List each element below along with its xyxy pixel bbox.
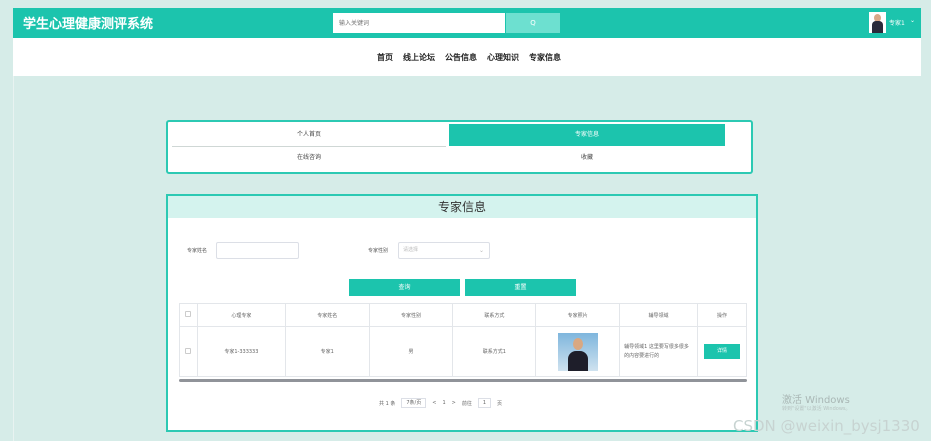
nav-item-home[interactable]: 首页: [377, 52, 393, 63]
search-icon: Q: [530, 19, 536, 27]
photo-head: [572, 337, 583, 350]
avatar-body: [872, 21, 883, 33]
chevron-down-icon[interactable]: ⌄: [910, 17, 915, 24]
table-row: 专家1-333333 专家1 男 联系方式1 辅导领域1 这里要写很多很多的内容…: [179, 326, 748, 377]
query-button[interactable]: 查询: [349, 279, 460, 296]
column-header: 心理专家: [196, 303, 286, 327]
tab-personal[interactable]: 个人首页: [172, 124, 446, 146]
nav-item-experts[interactable]: 专家信息: [529, 52, 561, 63]
expert-panel: 专家信息 专家姓名 专家性别 请选择 ⌄ 查询 重置 心理专家 专家姓名 专家性…: [166, 194, 758, 432]
horizontal-scrollbar[interactable]: [179, 379, 747, 382]
tab-consult[interactable]: 在线咨询: [172, 147, 446, 169]
page-size-select[interactable]: 7条/页: [401, 398, 427, 408]
column-header: 辅导领域: [619, 303, 698, 327]
field-text: 辅导领域1 这里要写很多很多的内容要进行的: [624, 343, 689, 359]
avatar[interactable]: [869, 12, 886, 33]
nav-item-forum[interactable]: 线上论坛: [403, 52, 435, 63]
gender-filter-label: 专家性别: [368, 248, 389, 254]
cell-action: 详情: [696, 326, 748, 377]
search-input[interactable]: [333, 13, 505, 33]
tabs-panel: 个人首页 专家信息 在线咨询 收藏: [166, 120, 753, 174]
column-header: 操作: [696, 303, 748, 327]
panel-title: 专家信息: [168, 196, 756, 218]
row-checkbox[interactable]: [185, 347, 192, 354]
activate-windows-subtext: 转到"设置"以激活 Windows。: [782, 406, 851, 412]
page-number[interactable]: 1: [442, 400, 445, 406]
chevron-down-icon: ⌄: [478, 247, 484, 254]
nav-bar: 首页 线上论坛 公告信息 心理知识 专家信息: [13, 38, 921, 76]
activate-windows-text: 激活 Windows: [782, 395, 850, 406]
page-edge: [13, 76, 14, 441]
prev-page-icon[interactable]: <: [432, 400, 436, 406]
name-filter-label: 专家姓名: [187, 248, 208, 254]
row-select-cell[interactable]: [179, 326, 198, 377]
pagination-total: 共 1 条: [379, 400, 396, 407]
cell-gender: 男: [368, 326, 454, 377]
nav-item-knowledge[interactable]: 心理知识: [487, 52, 519, 63]
column-header: 专家姓名: [284, 303, 370, 327]
column-header: 联系方式: [452, 303, 537, 327]
nav-menu: 首页 线上论坛 公告信息 心理知识 专家信息: [377, 52, 561, 63]
cell-photo: [535, 326, 621, 377]
goto-label: 前往: [461, 400, 472, 407]
tab-favorites[interactable]: 收藏: [449, 147, 725, 169]
pagination: 共 1 条 7条/页 < 1 > 前往 1 页: [379, 398, 502, 408]
next-page-icon[interactable]: >: [452, 400, 456, 406]
cell-contact: 联系方式1: [452, 326, 537, 377]
top-bar: 学生心理健康测评系统 Q 专家1 ⌄: [13, 8, 921, 38]
nav-item-notice[interactable]: 公告信息: [445, 52, 477, 63]
column-header: 专家性别: [368, 303, 454, 327]
cell-field: 辅导领域1 这里要写很多很多的内容要进行的: [619, 326, 698, 377]
page-size-value: 7条/页: [406, 400, 422, 406]
csdn-watermark: CSDN @weixin_bysj1330: [733, 417, 920, 435]
gender-select[interactable]: 请选择 ⌄: [398, 242, 490, 259]
name-filter-input[interactable]: [216, 242, 299, 259]
username[interactable]: 专家1: [889, 18, 905, 27]
cell-account: 专家1-333333: [196, 326, 286, 377]
table-header-row: 心理专家 专家姓名 专家性别 联系方式 专家照片 辅导领域 操作: [179, 303, 748, 327]
select-all-checkbox[interactable]: [185, 311, 192, 317]
goto-suffix: 页: [497, 400, 503, 407]
photo-body: [567, 350, 588, 371]
reset-button[interactable]: 重置: [465, 279, 576, 296]
app-title: 学生心理健康测评系统: [23, 17, 154, 32]
cell-name: 专家1: [284, 326, 370, 377]
column-header: 专家照片: [535, 303, 621, 327]
gender-select-placeholder: 请选择: [403, 247, 419, 253]
select-all-cell[interactable]: [179, 303, 198, 327]
search-button[interactable]: Q: [506, 13, 560, 33]
detail-button[interactable]: 详情: [703, 344, 740, 359]
expert-photo: [557, 332, 598, 371]
expert-table: 心理专家 专家姓名 专家性别 联系方式 专家照片 辅导领域 操作 专家1-333…: [179, 303, 748, 377]
tab-expert[interactable]: 专家信息: [449, 124, 725, 146]
goto-page-input[interactable]: 1: [477, 398, 492, 408]
